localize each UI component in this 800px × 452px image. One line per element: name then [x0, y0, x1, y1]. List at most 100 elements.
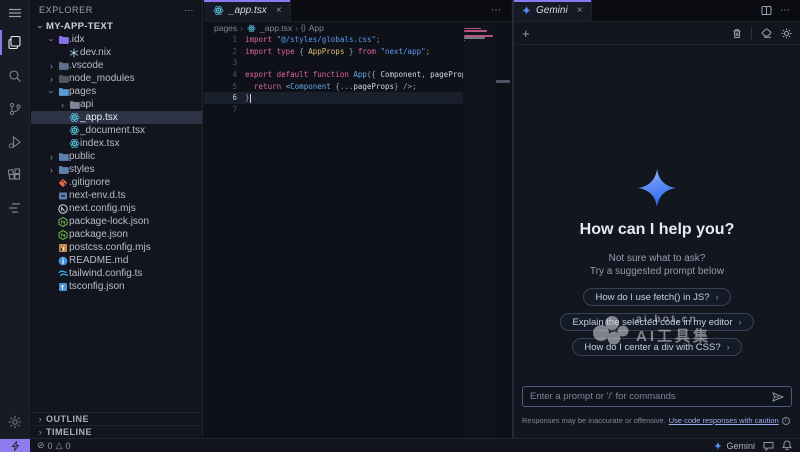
- line-number: 4: [204, 70, 237, 79]
- activity-source-control-icon[interactable]: [0, 92, 30, 125]
- gemini-star-icon: [714, 442, 722, 450]
- editor-scrollbar[interactable]: [495, 22, 511, 438]
- suggested-prompt-2[interactable]: Explain the selected code in my editor›: [560, 313, 753, 331]
- symbol-icon: {}: [301, 25, 306, 32]
- tree-item-tailwind-config-ts[interactable]: tailwind.config.ts: [31, 267, 202, 280]
- activity-idx-tools-icon[interactable]: [0, 191, 30, 224]
- tree-item-next-env-d-ts[interactable]: next-env.d.ts: [31, 189, 202, 202]
- activity-menu-icon[interactable]: [0, 0, 30, 26]
- tree-item-api[interactable]: ›api: [31, 98, 202, 111]
- breadcrumb-item[interactable]: pages: [214, 23, 237, 33]
- tree-item--document-tsx[interactable]: _document.tsx: [31, 124, 202, 137]
- readme-icon: [57, 256, 69, 266]
- tree-item-my-app-text[interactable]: ›MY-APP-TEXT: [31, 20, 202, 33]
- editor-actions-more-icon[interactable]: ⋯: [491, 5, 501, 16]
- new-chat-plus-icon[interactable]: +: [522, 26, 530, 41]
- more-icon[interactable]: ⋯: [780, 5, 790, 16]
- split-editor-icon[interactable]: [761, 5, 772, 16]
- tree-item-pages[interactable]: ›pages: [31, 85, 202, 98]
- prompt-input[interactable]: [523, 391, 772, 402]
- line-number: 5: [204, 82, 237, 91]
- line-number: 3: [204, 58, 237, 67]
- nix-icon: [68, 48, 80, 58]
- section-timeline[interactable]: ›TIMELINE: [31, 425, 202, 438]
- tree-item--gitignore[interactable]: .gitignore: [31, 176, 202, 189]
- eraser-icon[interactable]: [761, 28, 772, 38]
- problems-status[interactable]: ⊘ 0 △ 0: [30, 440, 71, 451]
- info-icon[interactable]: i: [782, 417, 790, 425]
- code-area[interactable]: 1import "@/styles/globals.css";2import t…: [204, 34, 495, 438]
- next-icon: [57, 204, 69, 214]
- tree-item-package-json[interactable]: package.json: [31, 228, 202, 241]
- prompt-label: How do I use fetch() in JS?: [595, 292, 709, 303]
- tree-item-dev-nix[interactable]: dev.nix: [31, 46, 202, 59]
- code-line-6[interactable]: 6}: [204, 92, 495, 104]
- activity-extensions-icon[interactable]: [0, 158, 30, 191]
- close-icon[interactable]: ×: [276, 5, 282, 16]
- code-line-1[interactable]: 1import "@/styles/globals.css";: [204, 34, 495, 46]
- tab-gemini[interactable]: Gemini ×: [514, 0, 592, 21]
- breadcrumb-item[interactable]: App: [309, 23, 324, 33]
- send-icon[interactable]: [772, 392, 791, 402]
- tree-item-readme-md[interactable]: README.md: [31, 254, 202, 267]
- tailwind-icon: [57, 270, 69, 278]
- tree-item-index-tsx[interactable]: index.tsx: [31, 137, 202, 150]
- tree-item--app-tsx[interactable]: _app.tsx: [31, 111, 202, 124]
- chevron-open-icon: ›: [36, 21, 46, 32]
- section-outline[interactable]: ›OUTLINE: [31, 412, 202, 425]
- bell-icon[interactable]: [782, 440, 792, 451]
- chevron-closed-icon: ›: [46, 74, 57, 84]
- chevron-closed-icon: ›: [46, 165, 57, 175]
- activity-explorer-icon[interactable]: [0, 26, 30, 59]
- chevron-right-icon: ›: [727, 342, 730, 352]
- line-number: 1: [204, 35, 237, 44]
- tree-item-next-config-mjs[interactable]: next.config.mjs: [31, 202, 202, 215]
- sidebar-title: EXPLORER: [39, 5, 184, 15]
- code-line-7[interactable]: 7: [204, 104, 495, 116]
- close-icon[interactable]: ×: [577, 5, 583, 16]
- gemini-welcome: How can I help you? Not sure what to ask…: [514, 45, 800, 378]
- editor-tab-bar: _app.tsx × ⋯: [204, 0, 511, 22]
- gemini-star-icon: [522, 6, 531, 15]
- search-icon: [8, 69, 22, 83]
- tree-item-postcss-config-mjs[interactable]: postcss.config.mjs: [31, 241, 202, 254]
- remote-indicator[interactable]: [0, 439, 30, 452]
- caution-link[interactable]: Use code responses with caution: [669, 416, 779, 425]
- trash-icon[interactable]: [732, 28, 742, 39]
- activity-search-icon[interactable]: [0, 59, 30, 92]
- suggested-prompt-1[interactable]: How do I use fetch() in JS? ›: [583, 288, 730, 306]
- activity-bar: [0, 0, 30, 438]
- code-line-3[interactable]: 3: [204, 57, 495, 69]
- feedback-icon[interactable]: [763, 441, 774, 451]
- activity-run-debug-icon[interactable]: [0, 125, 30, 158]
- more-icon[interactable]: ⋯: [184, 5, 194, 16]
- gemini-heading: How can I help you?: [580, 221, 735, 239]
- tree-item-label: .gitignore: [69, 177, 110, 188]
- tree-item-tsconfig-json[interactable]: tsconfig.json: [31, 280, 202, 293]
- code-line-2[interactable]: 2import type { AppProps } from "next/app…: [204, 46, 495, 58]
- folder-vscode-icon: [57, 61, 69, 71]
- gear-icon[interactable]: [781, 28, 792, 39]
- suggested-prompt-3[interactable]: How do I center a div with CSS?›: [572, 338, 741, 356]
- gemini-status[interactable]: Gemini: [714, 441, 755, 451]
- activity-settings-gear-icon[interactable]: [0, 405, 30, 438]
- scrollbar-thumb[interactable]: [496, 80, 510, 83]
- tree-item-label: next.config.mjs: [69, 203, 136, 214]
- breadcrumb-separator: ›: [240, 23, 243, 33]
- breadcrumb-item[interactable]: _app.tsx: [260, 23, 292, 33]
- tree-item-label: .vscode: [69, 60, 103, 71]
- code-line-4[interactable]: 4export default function App({ Component…: [204, 69, 495, 81]
- tree-item-public[interactable]: ›public: [31, 150, 202, 163]
- tree-item-package-lock-json[interactable]: package-lock.json: [31, 215, 202, 228]
- tree-item-label: dev.nix: [80, 47, 111, 58]
- tree-item--vscode[interactable]: ›.vscode: [31, 59, 202, 72]
- tree-item--idx[interactable]: ›.idx: [31, 33, 202, 46]
- tree-item-node-modules[interactable]: ›node_modules: [31, 72, 202, 85]
- chevron-right-icon: ›: [716, 292, 719, 302]
- tree-item-styles[interactable]: ›styles: [31, 163, 202, 176]
- prompt-input-box[interactable]: [522, 386, 792, 407]
- code-line-5[interactable]: 5 return <Component {...pageProps} />;: [204, 80, 495, 92]
- minimap[interactable]: [463, 24, 495, 438]
- folder-api-icon: [68, 100, 80, 110]
- tab-app-tsx[interactable]: _app.tsx ×: [204, 0, 291, 21]
